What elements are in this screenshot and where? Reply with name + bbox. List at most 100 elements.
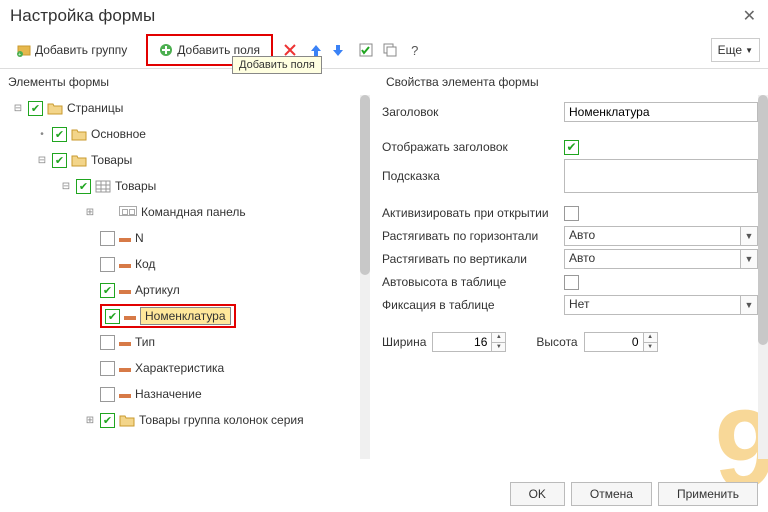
more-button[interactable]: Еще ▼ xyxy=(711,38,760,62)
check-list-icon[interactable] xyxy=(359,43,373,57)
tree-item-label: Товары группа колонок серия xyxy=(139,413,304,427)
tree-checkbox[interactable] xyxy=(100,387,115,402)
spin-down-icon[interactable]: ▼ xyxy=(492,343,505,352)
tree-checkbox[interactable]: ✔ xyxy=(76,179,91,194)
prop-stretch-v-select[interactable]: Авто ▼ xyxy=(564,249,758,269)
spin-down-icon[interactable]: ▼ xyxy=(644,343,657,352)
prop-width-input[interactable] xyxy=(432,332,492,352)
expander-icon[interactable]: ⊟ xyxy=(60,180,72,192)
tree-row[interactable]: Назначение xyxy=(8,381,370,407)
prop-show-title-label: Отображать заголовок xyxy=(382,140,564,154)
tree-item-label: Назначение xyxy=(135,387,202,401)
expander-icon[interactable]: ⊟ xyxy=(12,102,24,114)
prop-width-label: Ширина xyxy=(382,335,426,349)
tree-item-label: Код xyxy=(135,257,155,271)
tree-item-label: Товары xyxy=(91,153,132,167)
expander-icon xyxy=(84,232,96,244)
prop-stretch-v-label: Растягивать по вертикали xyxy=(382,252,564,266)
tree-checkbox[interactable]: ✔ xyxy=(105,309,120,324)
tree-row[interactable]: ⊞ ✔ Товары группа колонок серия xyxy=(8,407,370,433)
plus-circle-icon xyxy=(159,43,173,57)
tree-item-label: Страницы xyxy=(67,101,123,115)
tree-checkbox[interactable] xyxy=(100,361,115,376)
tree-row[interactable]: Код xyxy=(8,251,370,277)
expander-icon xyxy=(84,258,96,270)
folder-icon xyxy=(71,128,87,141)
tree-row[interactable]: ⊟ ✔ Страницы xyxy=(8,95,370,121)
tree-checkbox[interactable]: ✔ xyxy=(28,101,43,116)
tree-scrollbar[interactable] xyxy=(360,95,370,459)
copy-icon[interactable] xyxy=(383,43,397,57)
ok-button[interactable]: OK xyxy=(510,482,565,506)
tree-checkbox[interactable]: ✔ xyxy=(100,283,115,298)
expander-icon[interactable]: ⊞ xyxy=(84,414,96,426)
field-icon xyxy=(119,238,131,242)
prop-hint-input[interactable] xyxy=(564,159,758,193)
field-icon xyxy=(119,368,131,372)
tree-row[interactable]: ⊞ Командная панель xyxy=(8,199,370,225)
tree-checkbox[interactable] xyxy=(100,257,115,272)
tree-item-label: Артикул xyxy=(135,283,180,297)
prop-fix-label: Фиксация в таблице xyxy=(382,298,564,312)
field-icon xyxy=(119,342,131,346)
tree-checkbox[interactable] xyxy=(100,335,115,350)
delete-icon[interactable] xyxy=(283,43,297,57)
prop-width-spinner[interactable]: ▲ ▼ xyxy=(492,332,506,352)
tree-item-label: Тип xyxy=(135,335,155,349)
tree-row[interactable]: •✔Основное xyxy=(8,121,370,147)
add-group-label: Добавить группу xyxy=(35,43,127,57)
add-group-button[interactable]: + Добавить группу xyxy=(8,38,136,62)
move-down-icon[interactable] xyxy=(331,43,345,57)
expander-icon xyxy=(84,336,96,348)
cancel-button[interactable]: Отмена xyxy=(571,482,652,506)
prop-show-title-checkbox[interactable]: ✔ xyxy=(564,140,579,155)
prop-fix-select[interactable]: Нет ▼ xyxy=(564,295,758,315)
tree-scrollbar-thumb[interactable] xyxy=(360,95,370,275)
command-panel-icon xyxy=(119,206,137,216)
spin-up-icon[interactable]: ▲ xyxy=(644,333,657,343)
expander-icon[interactable]: ⊟ xyxy=(36,154,48,166)
spin-up-icon[interactable]: ▲ xyxy=(492,333,505,343)
tree-checkbox[interactable] xyxy=(100,231,115,246)
field-icon xyxy=(119,264,131,268)
tree-checkbox[interactable]: ✔ xyxy=(100,413,115,428)
tree-row[interactable]: ✔ Артикул xyxy=(8,277,370,303)
props-scrollbar[interactable] xyxy=(758,95,768,459)
chevron-down-icon[interactable]: ▼ xyxy=(740,249,758,269)
tree-item-label: Номенклатура xyxy=(140,307,231,325)
prop-activate-checkbox[interactable] xyxy=(564,206,579,221)
add-fields-tooltip: Добавить поля xyxy=(232,56,322,74)
props-scrollbar-thumb[interactable] xyxy=(758,95,768,345)
prop-stretch-h-select[interactable]: Авто ▼ xyxy=(564,226,758,246)
tree-row[interactable]: ✔ Номенклатура xyxy=(8,303,370,329)
close-icon[interactable]: ✕ xyxy=(743,6,756,26)
prop-height-spinner[interactable]: ▲ ▼ xyxy=(644,332,658,352)
folder-icon xyxy=(119,414,135,427)
table-icon xyxy=(95,180,111,193)
tree-checkbox[interactable]: ✔ xyxy=(52,153,67,168)
chevron-down-icon[interactable]: ▼ xyxy=(740,295,758,315)
tree-item-label: Командная панель xyxy=(141,205,246,219)
window-title: Настройка формы xyxy=(10,6,155,26)
prop-autoheight-checkbox[interactable] xyxy=(564,275,579,290)
expander-icon[interactable]: ⊞ xyxy=(84,206,96,218)
prop-height-input[interactable] xyxy=(584,332,644,352)
apply-button[interactable]: Применить xyxy=(658,482,758,506)
move-up-icon[interactable] xyxy=(309,43,323,57)
tree-row[interactable]: N xyxy=(8,225,370,251)
prop-title-input[interactable] xyxy=(564,102,758,122)
svg-text:+: + xyxy=(18,52,21,57)
folder-icon xyxy=(71,154,87,167)
tree-row[interactable]: Характеристика xyxy=(8,355,370,381)
tree-row[interactable]: Тип xyxy=(8,329,370,355)
tree-checkbox[interactable]: ✔ xyxy=(52,127,67,142)
prop-activate-label: Активизировать при открытии xyxy=(382,206,564,220)
tree-row[interactable]: ⊟ ✔ Товары xyxy=(8,147,370,173)
tree-row-highlight: ✔ Номенклатура xyxy=(100,304,236,328)
tree-row[interactable]: ⊟✔Товары xyxy=(8,173,370,199)
more-label: Еще xyxy=(718,43,742,57)
elements-tree[interactable]: ⊟✔Страницы•✔Основное⊟✔Товары⊟✔Товары⊞Ком… xyxy=(8,95,370,459)
expander-icon[interactable]: • xyxy=(36,128,48,140)
chevron-down-icon[interactable]: ▼ xyxy=(740,226,758,246)
help-button[interactable]: ? xyxy=(411,43,418,58)
